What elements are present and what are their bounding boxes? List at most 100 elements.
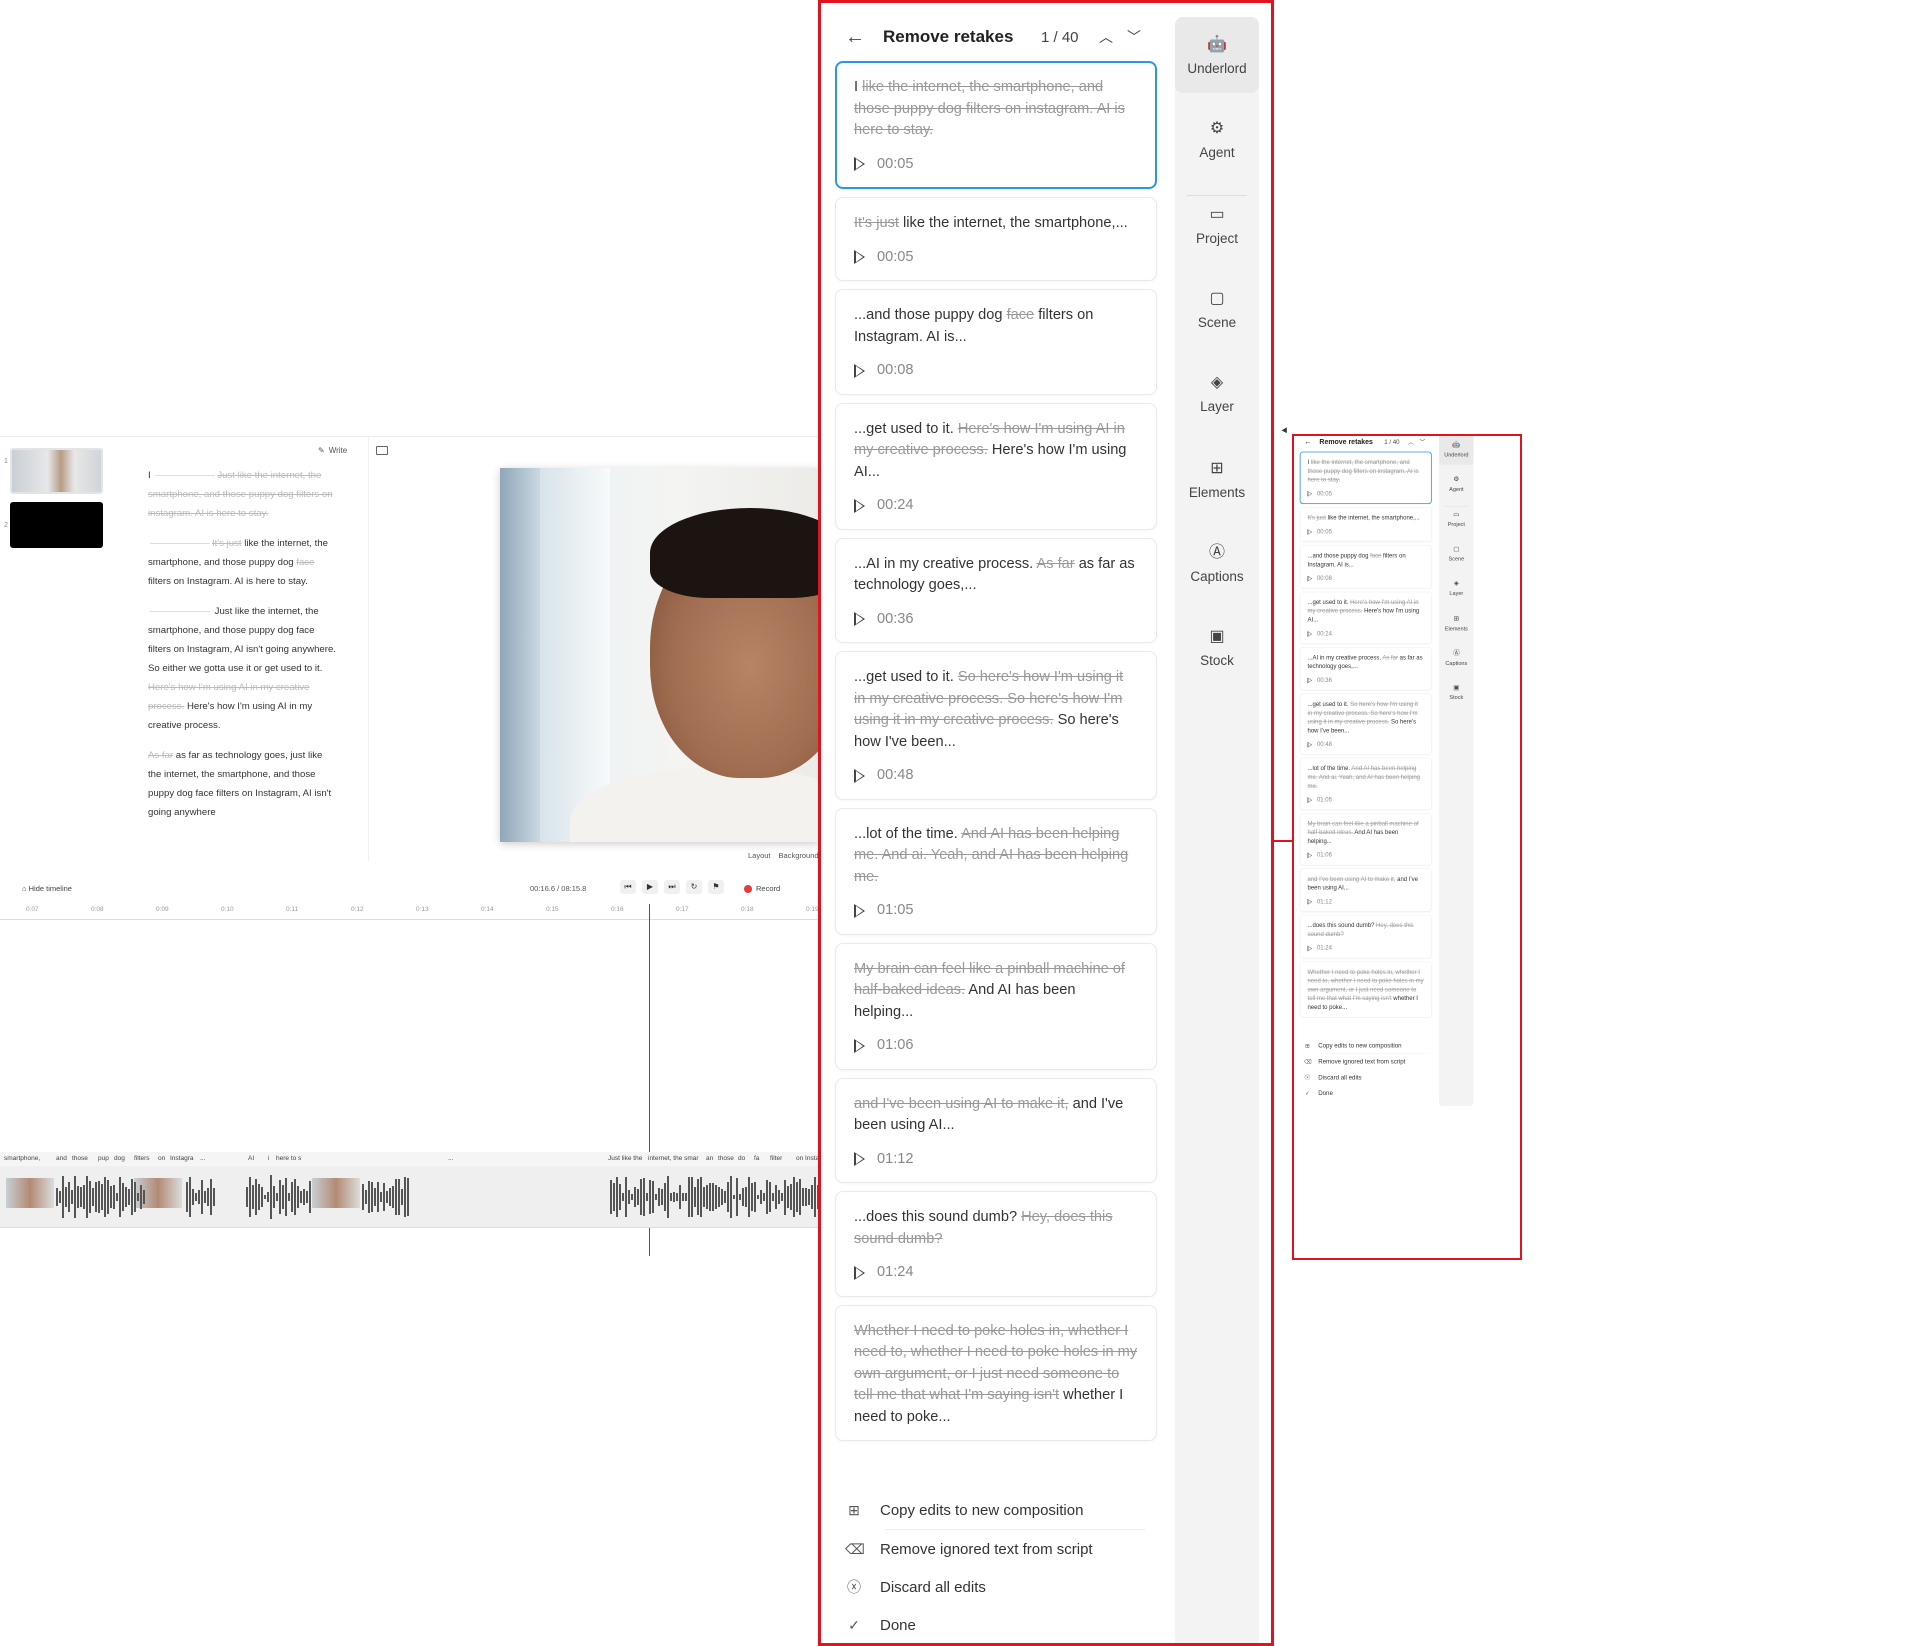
hide-timeline-button[interactable]: ⌂ Hide timeline [22, 884, 72, 893]
retake-card: Whether I need to poke holes in, whether… [1299, 961, 1432, 1018]
track-word[interactable]: those [718, 1155, 734, 1162]
discard-edits-button[interactable]: ⓧ Discard all edits [845, 1568, 1145, 1606]
kept-text: ...lot of the time. [854, 825, 958, 842]
retake-timestamp: 00:24 [1316, 630, 1332, 637]
kept-text: ...lot of the time. [1307, 765, 1351, 772]
retake-card: I like the internet, the smartphone, and… [1299, 451, 1432, 505]
audio-track[interactable] [0, 1166, 820, 1228]
rail-item-elements[interactable]: ⊞ Elements [1175, 441, 1259, 517]
removed-text: It's just [1307, 514, 1326, 522]
play-icon [1307, 529, 1313, 535]
kept-text: I [1307, 458, 1310, 466]
done-button[interactable]: ✓ Done [845, 1606, 1145, 1643]
track-word[interactable]: i [268, 1155, 269, 1162]
play-retake-button[interactable]: 00:05 [854, 154, 1138, 176]
retake-card: My brain can feel like a pinball machine… [1299, 812, 1432, 866]
track-word[interactable]: fa [754, 1155, 759, 1162]
play-retake-button[interactable]: 01:05 [854, 900, 1138, 922]
remove-ignored-text-button: ⌫ Remove ignored text from script [1303, 1058, 1406, 1066]
write-button[interactable]: ✎ Write [318, 446, 347, 455]
rail-label: Stock [1200, 653, 1234, 668]
track-word[interactable]: Just like the [608, 1155, 642, 1162]
retake-card[interactable]: It's just like the internet, the smartph… [835, 197, 1157, 281]
play-retake-button[interactable]: 00:48 [854, 765, 1138, 787]
rail-item-stock[interactable]: ▣ Stock [1175, 609, 1259, 685]
track-word[interactable]: pup [98, 1155, 109, 1162]
skip-forward-icon[interactable]: ⏭ [664, 880, 680, 894]
retake-card[interactable]: and I've been using AI to make it, and I… [835, 1077, 1157, 1183]
folder-icon[interactable] [376, 446, 388, 455]
record-button[interactable]: Record [744, 884, 780, 893]
rail-item-scene[interactable]: ▢ Scene [1175, 271, 1259, 347]
retake-card[interactable]: ...get used to it. Here's how I'm using … [835, 402, 1157, 530]
track-word[interactable]: on [158, 1155, 165, 1162]
retake-card[interactable]: ...get used to it. So here's how I'm usi… [835, 651, 1157, 800]
track-word[interactable]: an [706, 1155, 713, 1162]
track-word[interactable]: do [738, 1155, 745, 1162]
play-retake-button: 00:36 [1307, 676, 1424, 685]
play-retake-button[interactable]: 00:05 [854, 247, 1138, 269]
track-word[interactable]: here to s [276, 1155, 301, 1162]
play-retake-button: 00:48 [1307, 740, 1424, 749]
rail-item-underlord[interactable]: 🤖 Underlord [1175, 17, 1259, 93]
track-word[interactable]: and [56, 1155, 67, 1162]
rail-item-layer[interactable]: ◈ Layer [1175, 355, 1259, 431]
track-word[interactable]: on Insta [796, 1155, 819, 1162]
track-word[interactable]: internet, the smar [648, 1155, 699, 1162]
play-retake-button[interactable]: 01:12 [854, 1149, 1138, 1171]
play-retake-button[interactable]: 01:06 [854, 1035, 1138, 1057]
play-retake-button[interactable]: 00:08 [854, 360, 1138, 382]
script-editor[interactable]: I Just like the internet, the smartphone… [148, 466, 338, 833]
remove-ignored-text-button[interactable]: ⌫ Remove ignored text from script [845, 1530, 1145, 1568]
ruler-tick-label: 0:10 [221, 906, 234, 913]
play-icon [1307, 491, 1313, 497]
retake-text: ...get used to it. Here's how I'm using … [1308, 598, 1424, 624]
rail-item-project[interactable]: ▭ Project [1175, 187, 1259, 263]
layout-button[interactable]: Layout [748, 851, 771, 860]
retake-card[interactable]: ...lot of the time. And AI has been help… [835, 807, 1157, 935]
video-preview[interactable] [500, 468, 820, 842]
chevron-down-icon[interactable]: ﹀ [1127, 27, 1141, 47]
rail-item-agent[interactable]: ⚙ Agent [1175, 101, 1259, 177]
track-word[interactable]: AI [248, 1155, 254, 1162]
divider [368, 436, 369, 861]
rail-label: Project [1195, 231, 1239, 246]
retake-card[interactable]: ...and those puppy dog face filters on I… [835, 289, 1157, 395]
retake-card[interactable]: Whether I need to poke holes in, whether… [835, 1304, 1157, 1441]
background-button[interactable]: Background [779, 851, 819, 860]
bookmark-icon[interactable]: ⚑ [708, 880, 724, 894]
kept-text: like the internet, the smartphone,... [1327, 514, 1420, 522]
retake-card[interactable]: ...does this sound dumb? Hey, does this … [835, 1191, 1157, 1297]
track-word[interactable]: ... [448, 1155, 453, 1162]
window-blind [540, 468, 610, 842]
chevron-up-icon[interactable]: ︿ [1099, 27, 1113, 47]
play-retake-button[interactable]: 00:36 [854, 609, 1138, 631]
track-word[interactable]: those [72, 1155, 88, 1162]
word-track[interactable]: smartphone, and those pup dog filters on Instag… [0, 1152, 820, 1166]
back-arrow-icon[interactable]: ← [845, 25, 869, 49]
play-retake-button[interactable]: 01:24 [854, 1262, 1138, 1284]
track-word[interactable]: ... [200, 1155, 205, 1162]
track-word[interactable]: Instagra [170, 1155, 194, 1162]
retake-card[interactable]: ...AI in my creative process. As far as … [835, 537, 1157, 643]
scene-number: 1 [4, 458, 8, 465]
track-word[interactable]: filters [134, 1155, 150, 1162]
rail-item-captions[interactable]: Ⓐ Captions [1175, 525, 1259, 601]
scene-thumbnail-1[interactable] [10, 448, 103, 494]
retake-card[interactable]: I like the internet, the smartphone, and… [835, 61, 1157, 189]
loop-icon[interactable]: ↻ [686, 880, 702, 894]
play-retake-button[interactable]: 00:24 [854, 495, 1138, 517]
ruler-tick-label: 0:17 [676, 906, 689, 913]
script-paragraph: It's just like the internet, the smartph… [148, 538, 328, 587]
timeline-ruler[interactable]: 0:07 0:08 0:09 0:10 0:11 0:12 0:13 0:14 0:15 0:16… [0, 902, 820, 920]
track-word[interactable]: dog [114, 1155, 125, 1162]
skip-back-icon[interactable]: ⏮ [620, 880, 636, 894]
retake-card[interactable]: My brain can feel like a pinball machine… [835, 942, 1157, 1070]
play-icon [854, 768, 865, 783]
play-icon[interactable]: ▶ [642, 880, 658, 894]
retake-card: ...get used to it. So here's how I'm usi… [1299, 693, 1432, 755]
scene-thumbnail-2[interactable] [10, 502, 103, 548]
track-word[interactable]: smartphone, [4, 1155, 40, 1162]
copy-edits-button[interactable]: ⊞ Copy edits to new composition [845, 1491, 1145, 1529]
track-word[interactable]: filter [770, 1155, 782, 1162]
